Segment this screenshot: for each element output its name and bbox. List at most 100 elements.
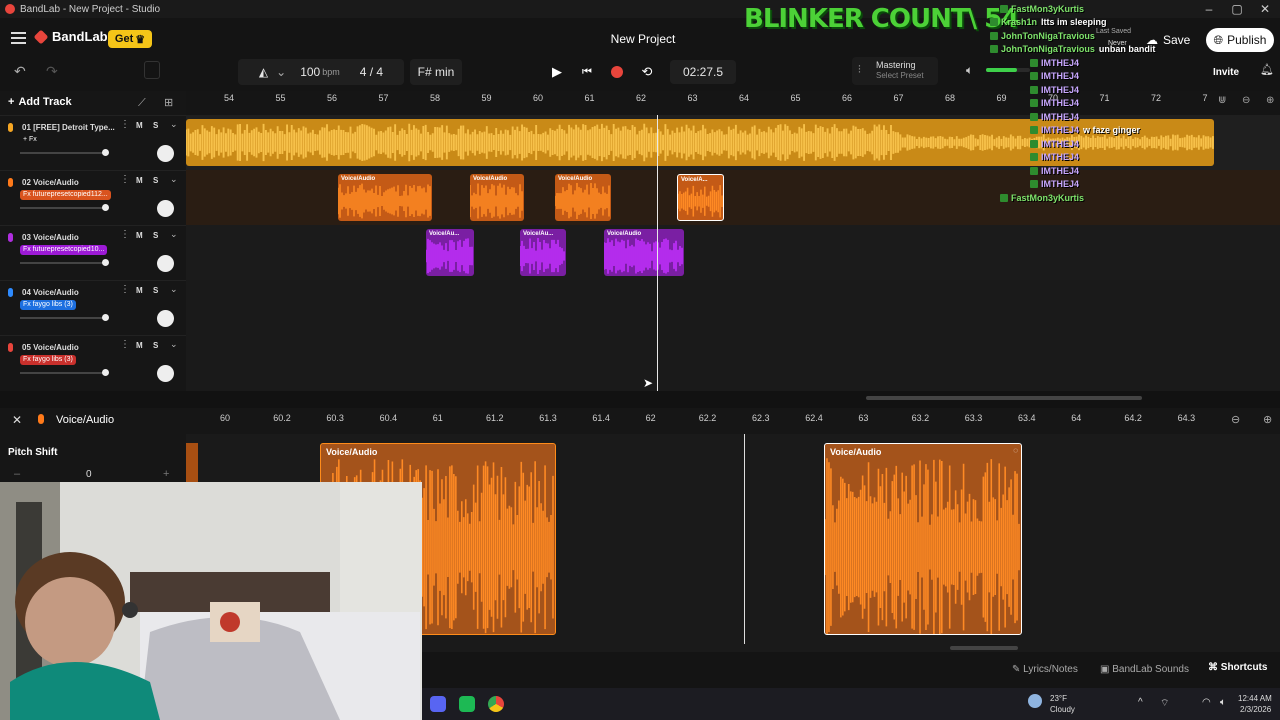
slider-knob[interactable]: [102, 314, 109, 321]
mute-button[interactable]: M: [136, 231, 143, 240]
shortcuts-button[interactable]: ⌘ Shortcuts: [1208, 662, 1267, 678]
speaker-icon[interactable]: 🔈︎: [1220, 697, 1226, 708]
fx-badge[interactable]: Fx faygo libs (3): [20, 300, 76, 310]
wifi-icon[interactable]: ◠: [1202, 697, 1211, 708]
slider-knob[interactable]: [102, 149, 109, 156]
piano-keys-icon[interactable]: [144, 61, 160, 79]
chevron-down-icon[interactable]: ⌄: [170, 174, 178, 185]
mute-button[interactable]: M: [136, 176, 143, 185]
volume-slider[interactable]: [20, 314, 109, 321]
chrome-icon[interactable]: [488, 696, 504, 712]
audio-clip[interactable]: Voice/Au...: [520, 229, 566, 276]
track-name[interactable]: 03 Voice/Audio: [22, 233, 79, 242]
volume-slider[interactable]: [20, 149, 109, 156]
editor-zoom-in-icon[interactable]: ⊕: [1263, 413, 1272, 426]
pitch-decrease-button[interactable]: –: [14, 468, 20, 480]
zoom-out-icon[interactable]: ⊖: [1242, 95, 1250, 106]
redo-icon[interactable]: ↷: [46, 63, 58, 80]
play-button[interactable]: ▶: [545, 60, 569, 84]
volume-slider[interactable]: [20, 259, 109, 266]
pitch-increase-button[interactable]: +: [163, 468, 169, 480]
track-header[interactable]: 02 Voice/Audio Fx futurepresetcopied112..…: [0, 170, 186, 225]
volume-slider[interactable]: [20, 369, 109, 376]
chevron-down-icon[interactable]: ⌄: [170, 119, 178, 130]
pan-knob[interactable]: [157, 365, 174, 382]
tempo-value[interactable]: 100: [300, 65, 320, 79]
editor-zoom-out-icon[interactable]: ⊖: [1231, 413, 1240, 426]
more-options-icon[interactable]: ⋮: [120, 119, 130, 130]
lane-5[interactable]: [186, 335, 1280, 390]
volume-slider[interactable]: [20, 204, 109, 211]
more-options-icon[interactable]: ⋮: [120, 339, 130, 350]
editor-scrollbar[interactable]: [950, 646, 1018, 650]
discord-icon[interactable]: [430, 696, 446, 712]
loop-button[interactable]: ⟲: [635, 60, 659, 84]
record-button[interactable]: [605, 60, 629, 84]
horizontal-scrollbar[interactable]: [866, 396, 1142, 400]
publish-button[interactable]: 🌐︎ Publish: [1206, 28, 1274, 52]
fx-badge[interactable]: Fx futurepresetcopied10...: [20, 245, 108, 255]
slider-knob[interactable]: [102, 369, 109, 376]
bandlab-sounds-button[interactable]: ▣ BandLab Sounds: [1100, 664, 1189, 675]
mute-button[interactable]: M: [136, 341, 143, 350]
track-name[interactable]: 04 Voice/Audio: [22, 288, 79, 297]
track-header[interactable]: 03 Voice/Audio Fx futurepresetcopied10...…: [0, 225, 186, 280]
add-track-button[interactable]: + Add Track: [8, 96, 72, 108]
track-name[interactable]: 05 Voice/Audio: [22, 343, 79, 352]
chevron-up-icon[interactable]: ^: [1138, 697, 1143, 708]
zoom-in-icon[interactable]: ⊕: [1266, 95, 1274, 106]
mute-button[interactable]: M: [136, 121, 143, 130]
chevron-down-icon[interactable]: ⌄: [170, 229, 178, 240]
hamburger-menu-icon[interactable]: [11, 32, 26, 44]
chevron-down-icon[interactable]: ⌄: [276, 65, 286, 79]
app-icon-green[interactable]: [459, 696, 475, 712]
audio-clip[interactable]: Voice/Audio: [338, 174, 432, 221]
solo-button[interactable]: S: [153, 286, 158, 295]
pan-knob[interactable]: [157, 255, 174, 272]
audio-clip[interactable]: Voice/Audio: [555, 174, 611, 221]
magnet-icon[interactable]: ⋓: [1218, 95, 1226, 106]
audio-clip[interactable]: Voice/A...: [677, 174, 724, 221]
more-options-icon[interactable]: ⋮: [120, 174, 130, 185]
track-name[interactable]: 01 [FREE] Detroit Type...: [22, 123, 115, 132]
volume-icon[interactable]: 🔈︎: [966, 63, 973, 78]
minimize-button[interactable]: –: [1194, 0, 1224, 18]
tempo-control[interactable]: ◭ ⌄ 100 bpm 4 / 4: [238, 59, 404, 85]
more-options-icon[interactable]: ⋮: [120, 229, 130, 240]
network-icon[interactable]: ⌔: [1160, 697, 1169, 710]
track-header[interactable]: 05 Voice/Audio Fx faygo libs (3) ⋮ M S ⌄: [0, 335, 186, 390]
playhead[interactable]: [657, 115, 658, 391]
solo-button[interactable]: S: [153, 121, 158, 130]
lyrics-notes-button[interactable]: ✎ Lyrics/Notes: [1012, 664, 1078, 675]
undo-icon[interactable]: ↶: [14, 63, 26, 80]
fx-badge[interactable]: Fx faygo libs (3): [20, 355, 76, 365]
track-header[interactable]: 04 Voice/Audio Fx faygo libs (3) ⋮ M S ⌄: [0, 280, 186, 335]
slider-knob[interactable]: [102, 204, 109, 211]
chevron-down-icon[interactable]: ⌄: [170, 339, 178, 350]
audio-clip[interactable]: Voice/Au...: [426, 229, 474, 276]
fx-badge[interactable]: + Fx: [20, 135, 40, 145]
more-options-icon[interactable]: ⋮: [120, 284, 130, 295]
invite-button[interactable]: Invite: [1206, 61, 1246, 83]
bandlab-logo[interactable]: BandLab: [33, 29, 108, 44]
audio-clip[interactable]: Voice/Audio: [470, 174, 524, 221]
fx-badge[interactable]: Fx futurepresetcopied112...: [20, 190, 111, 200]
lane-4[interactable]: [186, 280, 1280, 335]
key-selector[interactable]: F# min: [410, 59, 462, 85]
pan-knob[interactable]: [157, 200, 174, 217]
bell-icon[interactable]: 🔔︎: [1260, 63, 1274, 76]
pan-knob[interactable]: [157, 145, 174, 162]
track-settings-icon[interactable]: ⊞: [164, 96, 173, 109]
close-window-button[interactable]: ✕: [1250, 0, 1280, 18]
get-membership-button[interactable]: Get ♛: [108, 30, 152, 48]
track-name[interactable]: 02 Voice/Audio: [22, 178, 79, 187]
track-header[interactable]: 01 [FREE] Detroit Type... + Fx ⋮ M S ⌄: [0, 115, 186, 170]
loop-handle-icon[interactable]: ◌: [1013, 446, 1018, 455]
editor-clip-2[interactable]: Voice/Audio ◌: [824, 443, 1022, 635]
mute-button[interactable]: M: [136, 286, 143, 295]
editor-playhead[interactable]: [744, 434, 745, 644]
close-editor-icon[interactable]: ✕: [12, 413, 22, 427]
time-signature[interactable]: 4 / 4: [360, 65, 383, 79]
pan-knob[interactable]: [157, 310, 174, 327]
rewind-button[interactable]: ⏮: [575, 60, 599, 84]
